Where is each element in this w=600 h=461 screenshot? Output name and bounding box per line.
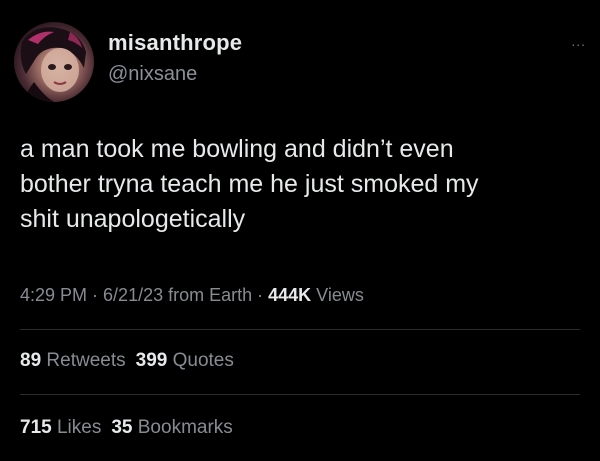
bookmarks-stat[interactable]: 35 Bookmarks (111, 417, 232, 438)
author-info: misanthrope @nixsane (108, 30, 242, 87)
profile-avatar-icon (20, 27, 87, 102)
tweet-time[interactable]: 4:29 PM (20, 285, 87, 305)
views-count[interactable]: 444K (268, 285, 311, 305)
bookmarks-label: Bookmarks (132, 417, 233, 438)
avatar[interactable] (14, 22, 94, 102)
tweet-text: a man took me bowling and didn’t even bo… (20, 135, 479, 233)
tweet-meta: 4:29 PM · 6/21/23 from Earth · 444K View… (20, 285, 364, 306)
likes-stat[interactable]: 715 Likes (20, 417, 101, 438)
divider (20, 394, 580, 395)
tweet-card: misanthrope @nixsane ... a man took me b… (0, 0, 600, 461)
user-handle[interactable]: @nixsane (108, 61, 242, 87)
divider (20, 329, 580, 330)
retweets-label: Retweets (41, 350, 126, 371)
more-options-icon[interactable]: ... (571, 33, 586, 49)
likes-label: Likes (51, 417, 102, 438)
display-name[interactable]: misanthrope (108, 30, 242, 56)
quotes-label: Quotes (167, 350, 234, 371)
retweets-count: 89 (20, 350, 42, 371)
stats-row-engagement: 715 Likes 35 Bookmarks (20, 417, 233, 439)
quotes-count: 399 (135, 350, 168, 371)
meta-separator: · (252, 285, 269, 305)
tweet-source: from Earth (163, 285, 253, 305)
views-label[interactable]: Views (311, 285, 364, 305)
stats-row-reposts: 89 Retweets 399 Quotes (20, 350, 234, 372)
likes-count: 715 (20, 417, 52, 438)
meta-separator: · (87, 285, 104, 305)
retweets-stat[interactable]: 89 Retweets (20, 350, 126, 371)
bookmarks-count: 35 (111, 417, 133, 438)
tweet-date[interactable]: 6/21/23 (103, 285, 163, 305)
quotes-stat[interactable]: 399 Quotes (136, 350, 234, 371)
